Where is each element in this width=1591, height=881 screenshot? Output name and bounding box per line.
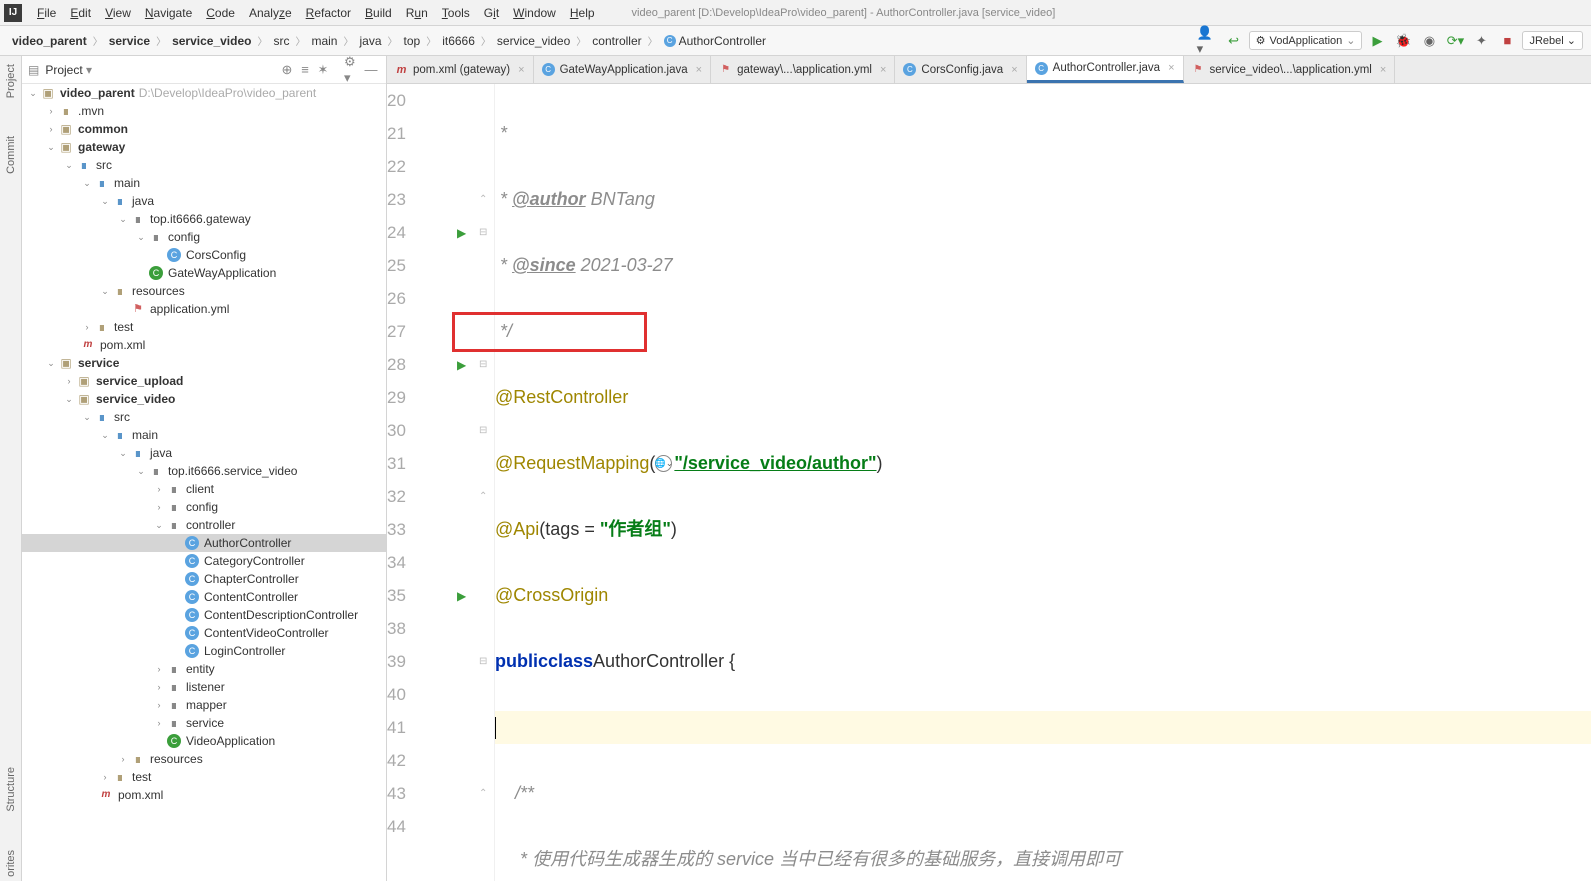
tab-author-controller[interactable]: CAuthorController.java× [1027, 56, 1184, 83]
menu-tools[interactable]: Tools [435, 4, 477, 22]
editor-tabs: mpom.xml (gateway)× CGateWayApplication.… [387, 56, 1591, 84]
tree-item-author-controller: CAuthorController [22, 534, 386, 552]
stop-button[interactable]: ■ [1496, 30, 1518, 52]
fold-gutter: ⌃ ⊟ ⊟ ⊟⌃ ⊟ ⌃ [479, 84, 495, 881]
crumb[interactable]: main [307, 34, 341, 48]
menu-refactor[interactable]: Refactor [299, 4, 358, 22]
tab-gateway-app[interactable]: CGateWayApplication.java× [534, 56, 712, 83]
close-icon[interactable]: × [518, 64, 524, 76]
collapse-icon[interactable]: ✶ [314, 61, 332, 79]
menu-git[interactable]: Git [477, 4, 506, 22]
icon-gutter: ▶ ▶ ▶ [457, 84, 479, 881]
navigation-bar: video_parent〉 service〉 service_video〉 sr… [0, 26, 1591, 56]
tool-window-strip: Project Commit Structure orites [0, 56, 22, 881]
crumb[interactable]: service [105, 34, 154, 48]
profile-button[interactable]: ⟳▾ [1444, 30, 1466, 52]
app-logo: IJ [4, 4, 22, 22]
commit-tool-button[interactable]: Commit [5, 132, 17, 178]
crumb[interactable]: CAuthorController [660, 34, 770, 48]
tab-gateway-yml[interactable]: ⚑gateway\...\application.yml× [711, 56, 895, 83]
code-content[interactable]: * * @author BNTang * @since 2021-03-27 *… [495, 84, 1591, 881]
tab-cors[interactable]: CCorsConfig.java× [895, 56, 1026, 83]
breadcrumbs: video_parent〉 service〉 service_video〉 sr… [0, 33, 1197, 48]
menu-build[interactable]: Build [358, 4, 399, 22]
tab-service-yml[interactable]: ⚑service_video\...\application.yml× [1184, 56, 1396, 83]
close-icon[interactable]: × [1168, 62, 1174, 74]
locate-icon[interactable]: ⊕ [278, 61, 296, 79]
settings-icon[interactable]: ⚙ ▾ [344, 61, 362, 79]
crumb[interactable]: service_video [168, 34, 255, 48]
editor-area: mpom.xml (gateway)× CGateWayApplication.… [387, 56, 1591, 881]
code-editor[interactable]: 20 21 22 23 24 25 26 27 28 29 30 31 32 3… [387, 84, 1591, 881]
close-icon[interactable]: × [1011, 64, 1017, 76]
menu-help[interactable]: Help [563, 4, 602, 22]
attach-button[interactable]: ✦ [1470, 30, 1492, 52]
crumb[interactable]: top [400, 34, 425, 48]
menu-run[interactable]: Run [399, 4, 435, 22]
tab-pom[interactable]: mpom.xml (gateway)× [387, 56, 534, 83]
crumb[interactable]: controller [588, 34, 645, 48]
close-icon[interactable]: × [880, 64, 886, 76]
menu-analyze[interactable]: Analyze [242, 4, 299, 22]
run-config-selector[interactable]: ⚙ VodApplication ⌄ [1249, 31, 1363, 50]
run-gutter-icon[interactable]: ▶ [457, 226, 466, 240]
crumb[interactable]: video_parent [8, 34, 91, 48]
favorites-tool-button[interactable]: orites [5, 846, 17, 881]
project-tree[interactable]: ⌄▣video_parentD:\Develop\IdeaPro\video_p… [22, 84, 386, 881]
menu-bar: IJ File Edit View Navigate Code Analyze … [0, 0, 1591, 26]
run-gutter-icon[interactable]: ▶ [457, 589, 466, 603]
toolbar: 👤▾ ↩ ⚙ VodApplication ⌄ ▶ 🐞 ◉ ⟳▾ ✦ ■ JRe… [1197, 30, 1591, 52]
project-icon: ▤ [28, 63, 39, 77]
line-gutter: 20 21 22 23 24 25 26 27 28 29 30 31 32 3… [387, 84, 457, 881]
crumb[interactable]: java [355, 34, 385, 48]
project-title[interactable]: Project ▾ [45, 63, 278, 77]
menu-navigate[interactable]: Navigate [138, 4, 199, 22]
coverage-button[interactable]: ◉ [1418, 30, 1440, 52]
expand-icon[interactable]: ≡ [296, 61, 314, 79]
crumb[interactable]: src [269, 34, 293, 48]
crumb[interactable]: service_video [493, 34, 574, 48]
project-panel-header: ▤ Project ▾ ⊕ ≡ ✶ ⚙ ▾ — [22, 56, 386, 84]
project-tool-button[interactable]: Project [5, 60, 17, 102]
window-title: video_parent [D:\Develop\IdeaPro\video_p… [632, 7, 1056, 19]
project-panel: ▤ Project ▾ ⊕ ≡ ✶ ⚙ ▾ — ⌄▣video_parentD:… [22, 56, 387, 881]
user-icon[interactable]: 👤▾ [1197, 30, 1219, 52]
back-icon[interactable]: ↩ [1223, 30, 1245, 52]
debug-button[interactable]: 🐞 [1392, 30, 1414, 52]
structure-tool-button[interactable]: Structure [5, 763, 17, 816]
crumb[interactable]: it6666 [438, 34, 479, 48]
menu-edit[interactable]: Edit [63, 4, 98, 22]
jrebel-button[interactable]: JRebel ⌄ [1522, 31, 1583, 50]
menu-file[interactable]: File [30, 4, 63, 22]
hide-icon[interactable]: — [362, 61, 380, 79]
menu-window[interactable]: Window [506, 4, 563, 22]
menu-view[interactable]: View [98, 4, 138, 22]
run-gutter-icon[interactable]: ▶ [457, 358, 466, 372]
close-icon[interactable]: × [696, 64, 702, 76]
menu-code[interactable]: Code [199, 4, 242, 22]
close-icon[interactable]: × [1380, 64, 1386, 76]
run-button[interactable]: ▶ [1366, 30, 1388, 52]
